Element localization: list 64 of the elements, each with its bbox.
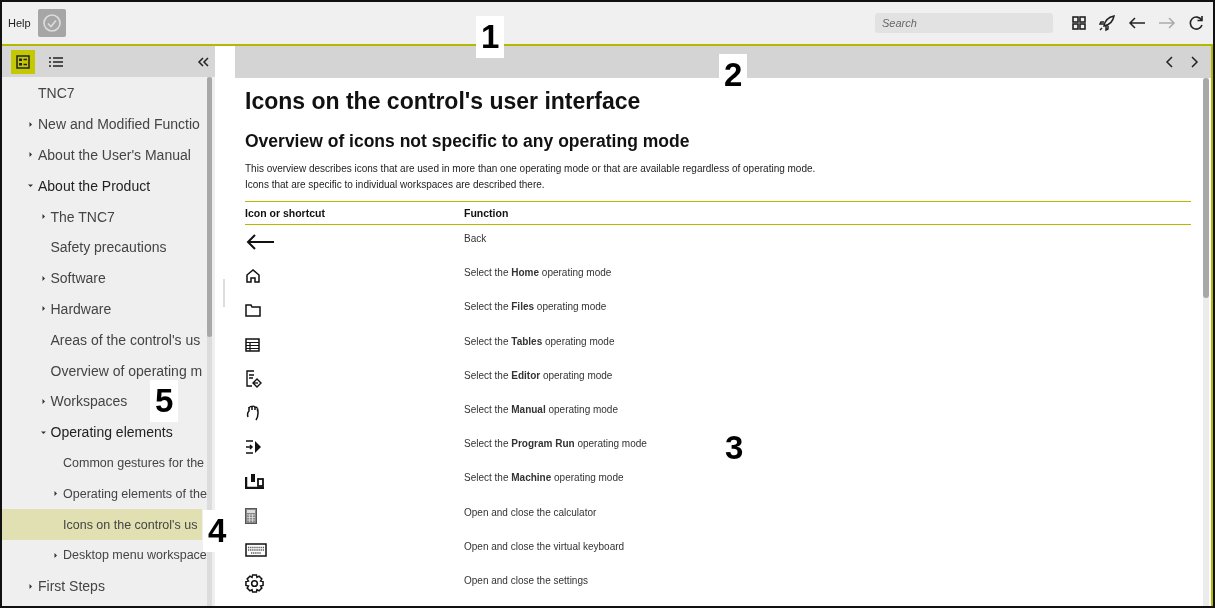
hand-icon xyxy=(245,404,261,422)
back-arrow-icon xyxy=(245,233,275,252)
keyboard-icon xyxy=(245,542,267,557)
function-text: Select the Home operating mode xyxy=(464,266,612,279)
tree-item[interactable]: Areas of the control's us xyxy=(2,324,203,356)
folder-icon xyxy=(245,303,261,318)
function-text: Open and close the calculator xyxy=(464,505,597,518)
intro-text: Icons that are specific to individual workspaces are described there. xyxy=(245,178,546,192)
scrollbar[interactable] xyxy=(1203,78,1209,606)
program-run-icon xyxy=(245,439,262,456)
tree-item[interactable]: Operating elements of the xyxy=(2,478,207,510)
tree-item[interactable]: Workspaces xyxy=(2,385,130,417)
table-icon xyxy=(245,337,260,352)
tree-item[interactable]: First Steps xyxy=(2,570,107,602)
tiles-icon xyxy=(16,54,30,69)
caret-icon[interactable] xyxy=(52,490,59,498)
function-text: Select the Tables operating mode xyxy=(464,334,615,347)
function-text: Select the Editor operating mode xyxy=(464,368,613,381)
callout-number: 5 xyxy=(150,380,179,422)
caret-icon[interactable] xyxy=(27,151,34,159)
caret-icon[interactable] xyxy=(27,182,34,190)
check-button[interactable] xyxy=(37,9,66,37)
section-heading: Overview of icons not specific to any operating mode xyxy=(245,131,691,152)
home-icon xyxy=(245,268,261,285)
tree-item[interactable]: About the User's Manual xyxy=(2,139,193,171)
function-text: Open and close the settings xyxy=(464,573,588,586)
calculator-icon xyxy=(245,507,257,524)
intro-text: This overview describes icons that are used in more than one operating mode or that are available regardless of operating mode. xyxy=(245,162,817,176)
function-text: Select the Program Run operating mode xyxy=(464,437,647,450)
column-header: Icon or shortcut xyxy=(245,207,326,219)
function-text: Back xyxy=(464,232,487,244)
settings-icon xyxy=(245,574,264,594)
previous-icon[interactable] xyxy=(1165,56,1175,68)
column-header: Function xyxy=(464,207,509,219)
tree-item[interactable]: Common gestures for the xyxy=(2,447,207,479)
tree-item[interactable]: New and Modified Functio xyxy=(2,108,202,140)
tree-item[interactable]: Icons on the control's us xyxy=(2,509,202,540)
tree-item[interactable]: Safety precautions xyxy=(2,232,169,263)
caret-icon[interactable] xyxy=(27,582,34,590)
machine-icon xyxy=(245,473,265,490)
list-icon xyxy=(48,54,64,69)
function-text: Select the Files operating mode xyxy=(464,300,607,313)
tree-item[interactable]: Software xyxy=(2,262,108,294)
tree-item[interactable]: Hardware xyxy=(2,293,114,325)
search-field[interactable]: Search xyxy=(875,13,1053,33)
function-text: Select the Manual operating mode xyxy=(464,402,618,415)
callout-number: 1 xyxy=(476,16,505,58)
function-text: Open and close the virtual keyboard xyxy=(464,539,625,552)
reload-icon[interactable] xyxy=(1187,14,1205,32)
editor-icon xyxy=(245,369,262,388)
rocket-icon[interactable] xyxy=(1097,13,1117,33)
tree-item[interactable]: About the Product xyxy=(2,170,153,202)
tiles-tab[interactable] xyxy=(11,49,35,74)
caret-icon[interactable] xyxy=(52,551,59,559)
caret-icon[interactable] xyxy=(27,120,34,128)
grid-icon[interactable] xyxy=(1071,15,1087,31)
collapse-icon[interactable] xyxy=(197,56,209,67)
back-arrow-icon[interactable] xyxy=(1127,15,1147,31)
tree-item[interactable]: The TNC7 xyxy=(2,201,117,232)
tree-item[interactable]: TNC7 xyxy=(2,78,77,109)
next-icon[interactable] xyxy=(1189,56,1199,68)
page-title: Icons on the control's user interface xyxy=(245,88,642,115)
function-text: Select the Machine operating mode xyxy=(464,471,624,484)
app-title: Help xyxy=(8,17,31,29)
